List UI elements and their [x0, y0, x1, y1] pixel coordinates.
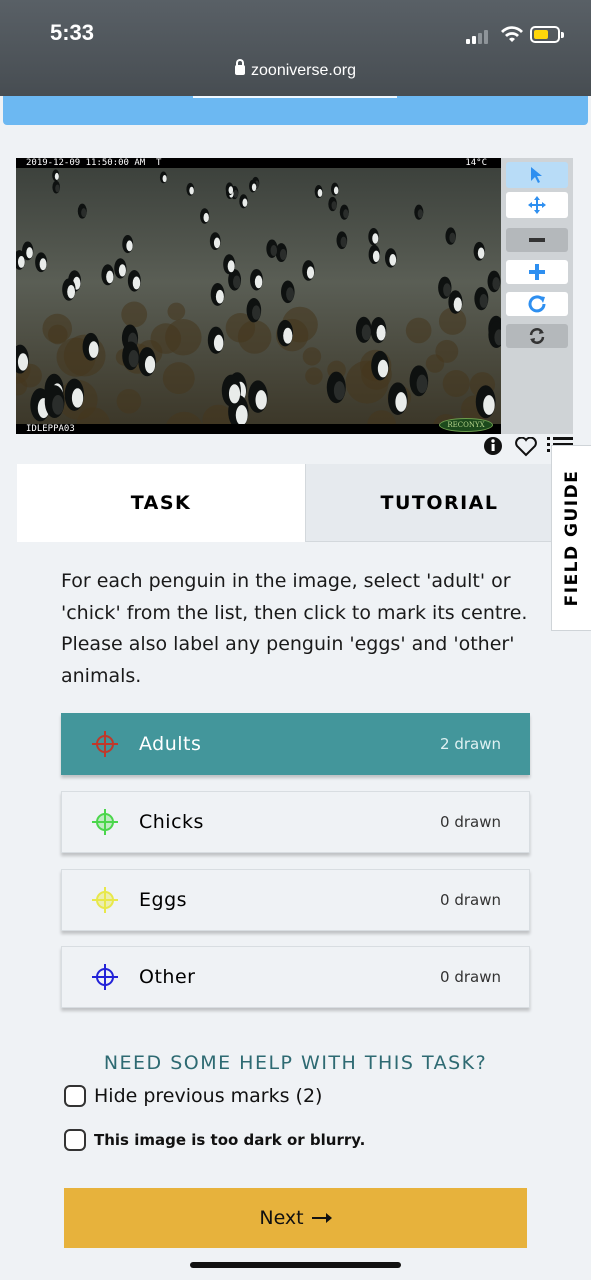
tool-count: 0 drawn — [440, 968, 501, 986]
tool-eggs[interactable]: Eggs 0 drawn — [61, 869, 530, 931]
pointer-icon — [531, 167, 542, 183]
hide-marks-checkbox[interactable]: Hide previous marks (2) — [64, 1085, 322, 1107]
checkbox-box[interactable] — [64, 1129, 86, 1151]
crosshair-icon — [92, 964, 118, 990]
cellular-signal-icon — [466, 28, 492, 44]
reset-button[interactable] — [506, 324, 568, 348]
too-dark-label: This image is too dark or blurry. — [94, 1131, 366, 1149]
tool-chicks[interactable]: Chicks 0 drawn — [61, 791, 530, 853]
crosshair-icon — [92, 887, 118, 913]
next-button[interactable]: Next — [64, 1188, 527, 1248]
tool-label: Eggs — [139, 889, 188, 911]
zoom-out-button[interactable] — [506, 228, 568, 252]
penguin-colony-photo — [16, 158, 501, 434]
task-tabs: TASK TUTORIAL — [17, 464, 573, 542]
rotate-icon — [528, 295, 546, 313]
image-toolbar — [501, 158, 573, 434]
camera-temperature: 14°C — [465, 158, 487, 168]
arrow-right-icon — [311, 1213, 332, 1223]
task-help-link[interactable]: NEED SOME HELP WITH THIS TASK? — [0, 1052, 591, 1074]
tab-tutorial[interactable]: TUTORIAL — [305, 464, 573, 542]
camera-timestamp: 2019-12-09 11:50:00 AM T — [26, 158, 162, 168]
tool-label: Chicks — [139, 811, 204, 833]
camera-id-bar: IDLEPPA03 — [16, 424, 501, 434]
wifi-icon — [501, 26, 523, 42]
camera-id: IDLEPPA03 — [26, 424, 75, 434]
crosshair-icon — [92, 809, 118, 835]
field-guide-label: FIELD GUIDE — [561, 469, 582, 607]
task-instructions: For each penguin in the image, select 'a… — [61, 570, 528, 687]
pointer-button[interactable] — [506, 162, 568, 188]
reconyx-logo: RECONYX — [439, 418, 493, 432]
tool-label: Adults — [139, 733, 202, 755]
reset-icon — [529, 328, 545, 344]
subject-image[interactable]: 2019-12-09 11:50:00 AM T 14°C IDLEPPA03 R… — [16, 158, 501, 434]
battery-icon — [530, 26, 564, 43]
lock-icon — [235, 58, 246, 75]
tool-other[interactable]: Other 0 drawn — [61, 946, 530, 1008]
next-label: Next — [259, 1207, 304, 1229]
camera-timestamp-bar: 2019-12-09 11:50:00 AM T 14°C — [16, 158, 501, 168]
home-indicator — [190, 1262, 401, 1268]
favorite-heart-icon[interactable] — [514, 437, 538, 457]
tool-count: 2 drawn — [440, 735, 501, 753]
info-icon[interactable] — [483, 436, 503, 456]
tool-count: 0 drawn — [440, 813, 501, 831]
move-icon — [528, 196, 546, 214]
url-text: zooniverse.org — [251, 62, 356, 79]
field-guide-tab[interactable]: FIELD GUIDE — [551, 445, 591, 631]
move-button[interactable] — [506, 192, 568, 218]
crosshair-icon — [92, 731, 118, 757]
tab-task[interactable]: TASK — [17, 464, 305, 542]
zoom-in-icon — [529, 264, 545, 280]
status-time: 5:33 — [50, 20, 95, 45]
tool-adults[interactable]: Adults 2 drawn — [61, 713, 530, 775]
hide-marks-label: Hide previous marks (2) — [94, 1085, 323, 1107]
rotate-button[interactable] — [506, 292, 568, 316]
tool-count: 0 drawn — [440, 891, 501, 909]
zoom-out-icon — [529, 238, 545, 242]
site-header-strip — [3, 96, 588, 125]
zoom-in-button[interactable] — [506, 260, 568, 284]
address-bar[interactable]: zooniverse.org — [0, 58, 591, 80]
browser-top-bar: 5:33 zooniverse.org — [0, 0, 591, 96]
checkbox-box[interactable] — [64, 1085, 86, 1107]
too-dark-checkbox[interactable]: This image is too dark or blurry. — [64, 1129, 365, 1151]
tool-label: Other — [139, 966, 196, 988]
